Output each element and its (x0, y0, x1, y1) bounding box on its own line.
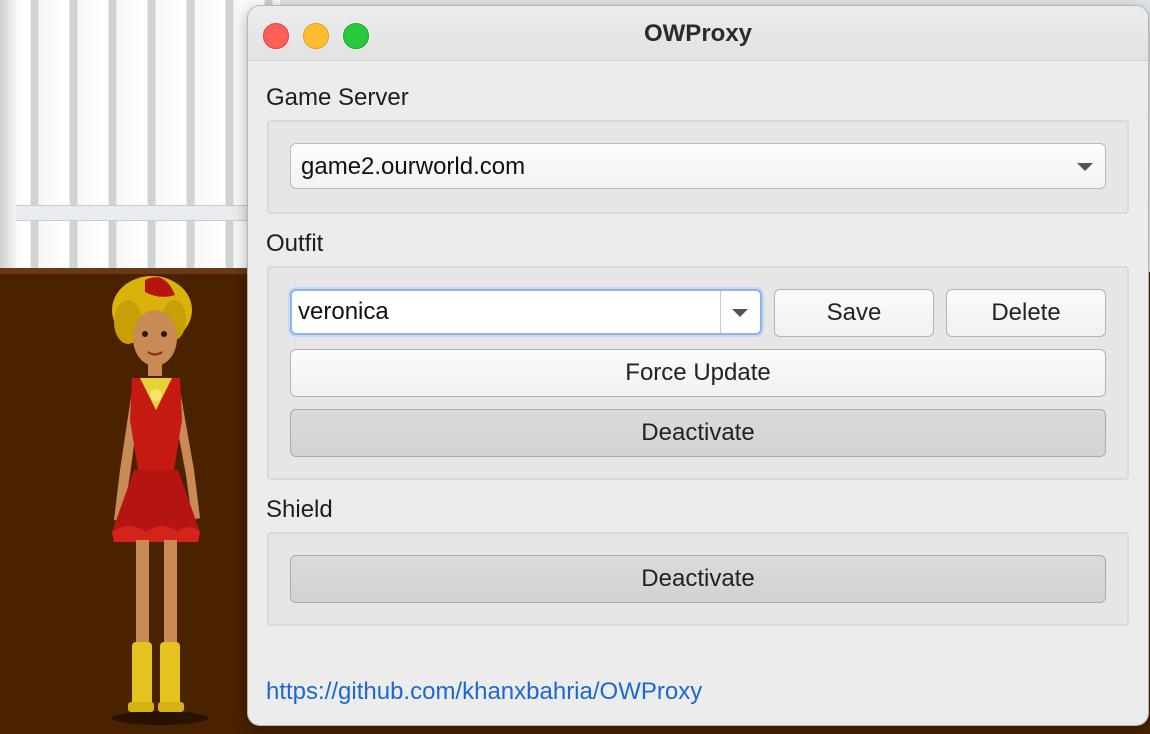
game-server-select[interactable]: game2.ourworld.com (290, 143, 1106, 189)
delete-button[interactable]: Delete (946, 289, 1106, 337)
outfit-label: Outfit (266, 230, 324, 257)
game-server-group: game2.ourworld.com (267, 120, 1129, 214)
combo-separator (720, 291, 721, 333)
white-fence (0, 0, 280, 272)
force-update-button[interactable]: Force Update (290, 349, 1106, 397)
owproxy-window: OWProxy Game Server game2.ourworld.com O… (248, 6, 1148, 725)
outfit-name-input[interactable] (298, 291, 718, 333)
outfit-combo[interactable] (290, 289, 762, 335)
chevron-down-icon (1077, 163, 1093, 171)
fence-post (0, 0, 16, 290)
outfit-deactivate-button[interactable]: Deactivate (290, 409, 1106, 457)
save-button[interactable]: Save (774, 289, 934, 337)
shield-group: Deactivate (267, 532, 1129, 626)
game-server-value: game2.ourworld.com (301, 153, 526, 180)
game-server-label: Game Server (266, 84, 409, 111)
outfit-group: Save Delete Force Update Deactivate (267, 266, 1129, 480)
shield-deactivate-button[interactable]: Deactivate (290, 555, 1106, 603)
avatar-character[interactable] (90, 270, 230, 725)
shield-label: Shield (266, 496, 333, 523)
github-link[interactable]: https://github.com/khanxbahria/OWProxy (266, 678, 702, 706)
title-bar[interactable]: OWProxy (248, 6, 1148, 61)
window-title: OWProxy (643, 20, 753, 47)
chevron-down-icon[interactable] (732, 309, 748, 317)
fence-rail (0, 205, 280, 221)
